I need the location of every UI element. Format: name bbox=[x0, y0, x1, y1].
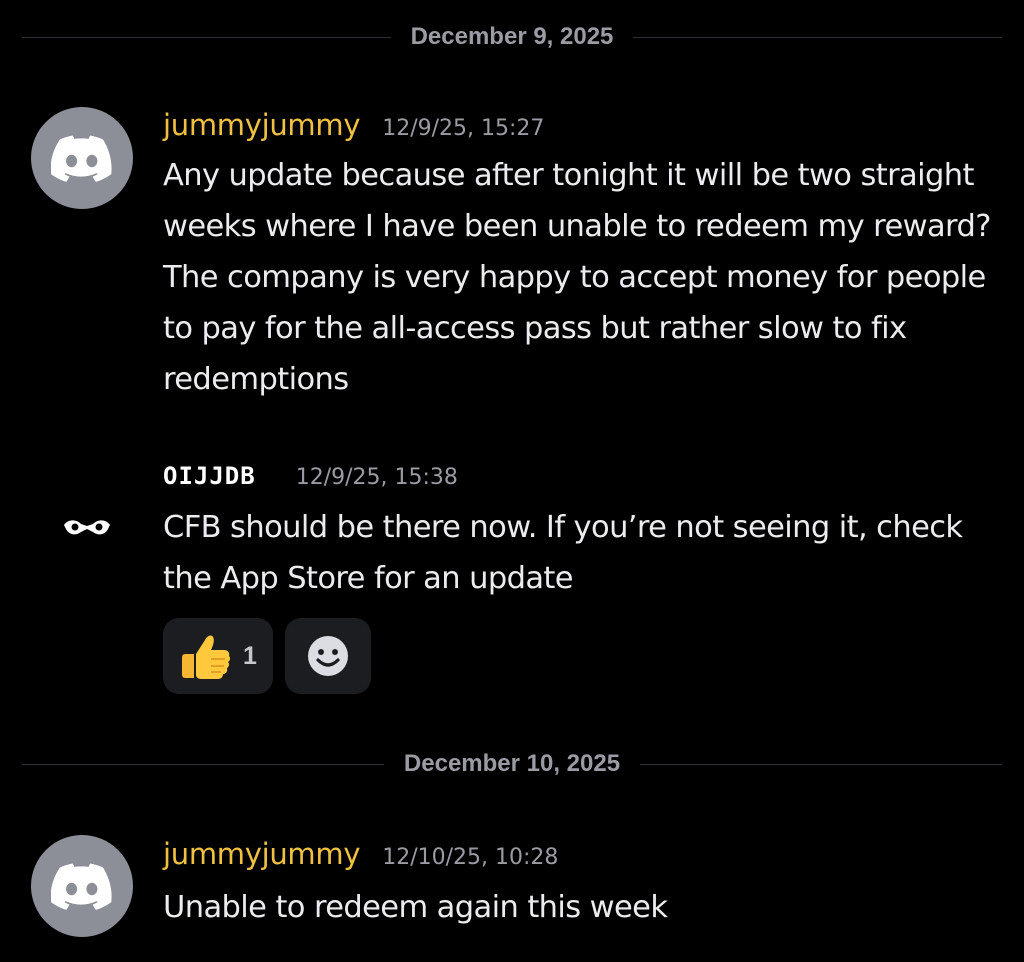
masked-badge-icon[interactable] bbox=[62, 515, 112, 541]
message-header: OIJJDB 12/9/25, 15:38 bbox=[163, 462, 458, 490]
reaction-thumbs-up[interactable]: 1 bbox=[163, 618, 273, 694]
author-name[interactable]: jummyjummy bbox=[163, 837, 361, 871]
author-name[interactable]: jummyjummy bbox=[163, 108, 361, 142]
discord-logo-icon bbox=[51, 135, 112, 182]
divider-line bbox=[640, 763, 1002, 765]
message-text: Unable to redeem again this week bbox=[163, 890, 668, 925]
user-avatar[interactable] bbox=[31, 107, 133, 209]
message-header: jummyjummy 12/9/25, 15:27 bbox=[163, 108, 544, 142]
add-reaction-smiley-icon bbox=[308, 636, 348, 676]
divider-line bbox=[633, 36, 1002, 38]
divider-line bbox=[22, 763, 384, 765]
reactions-bar: 1 bbox=[163, 618, 371, 694]
reaction-count: 1 bbox=[243, 641, 257, 670]
date-divider: December 10, 2025 bbox=[22, 750, 1002, 777]
date-divider: December 9, 2025 bbox=[22, 23, 1002, 50]
message-text: CFB should be there now. If you’re not s… bbox=[163, 510, 963, 596]
discord-logo-icon bbox=[51, 863, 112, 910]
divider-line bbox=[22, 36, 391, 38]
add-reaction-button[interactable] bbox=[285, 618, 371, 694]
thumbs-up-icon bbox=[182, 635, 231, 679]
message-timestamp: 12/9/25, 15:27 bbox=[382, 116, 545, 141]
message-text: Any update because after tonight it will… bbox=[163, 158, 991, 397]
date-divider-label: December 9, 2025 bbox=[410, 23, 614, 50]
message-timestamp: 12/9/25, 15:38 bbox=[295, 465, 458, 490]
message-header: jummyjummy 12/10/25, 10:28 bbox=[163, 837, 558, 871]
chat-log: December 9, 2025 jummyjummy 12/9/25, 15:… bbox=[0, 0, 1024, 962]
author-name[interactable]: OIJJDB bbox=[163, 462, 256, 490]
message-timestamp: 12/10/25, 10:28 bbox=[382, 845, 559, 870]
date-divider-label: December 10, 2025 bbox=[403, 750, 621, 777]
user-avatar[interactable] bbox=[31, 835, 133, 937]
